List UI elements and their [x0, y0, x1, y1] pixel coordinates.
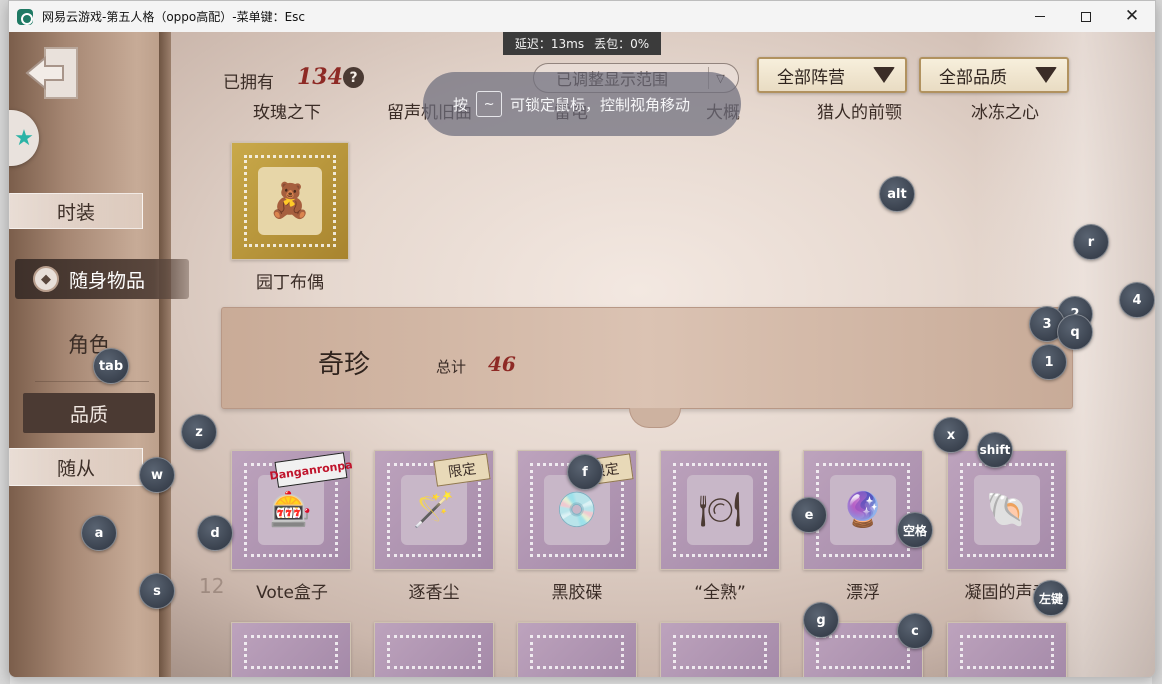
item-stamp[interactable]: 🐚: [947, 450, 1067, 570]
key-overlay-d[interactable]: d: [197, 515, 233, 551]
key-overlay-left-click[interactable]: 左键: [1033, 580, 1069, 616]
quality-dropdown-label: 全部品质: [939, 67, 1007, 88]
emblem-icon: ◆: [33, 266, 59, 292]
prev-row-item-name: 猎人的前颚: [817, 103, 902, 123]
nav-accessories[interactable]: ◆ 随身物品: [15, 259, 189, 299]
item-stamp[interactable]: [660, 622, 780, 677]
section-total: 46: [488, 352, 516, 376]
key-overlay-c[interactable]: c: [897, 613, 933, 649]
key-overlay-f[interactable]: f: [567, 454, 603, 490]
item-stamp[interactable]: [947, 622, 1067, 677]
item-label: “全熟”: [694, 583, 746, 603]
back-icon[interactable]: [23, 44, 83, 102]
key-overlay-a[interactable]: a: [81, 515, 117, 551]
danganronpa-badge: Danganronpa: [269, 452, 353, 488]
window-title: 网易云游戏-第五人格（oppo高配）-菜单键：Esc: [42, 10, 306, 24]
prev-row-item-name: 冰冻之心: [971, 103, 1039, 123]
frozen-sound-icon: 🐚: [974, 475, 1040, 545]
key-overlay-alt[interactable]: alt: [879, 176, 915, 212]
nav-fashion[interactable]: 时装: [9, 193, 143, 229]
key-overlay-w[interactable]: w: [139, 457, 175, 493]
key-overlay-s[interactable]: s: [139, 573, 175, 609]
key-overlay-q[interactable]: q: [1057, 314, 1093, 350]
key-overlay-1[interactable]: 1: [1031, 344, 1067, 380]
limited-badge: 限定: [433, 453, 491, 487]
help-icon[interactable]: ?: [343, 67, 364, 88]
maximize-icon: [1081, 11, 1091, 22]
faint-number: 12: [199, 574, 225, 598]
item-stamp[interactable]: 🍽: [660, 450, 780, 570]
key-overlay-tab[interactable]: tab: [93, 348, 129, 384]
section-banner: 奇珍 总计 46: [221, 307, 1073, 409]
key-overlay-shift[interactable]: shift: [977, 432, 1013, 468]
camp-dropdown[interactable]: 全部阵营: [757, 57, 907, 93]
gardener-doll-icon: 🧸: [258, 167, 322, 235]
app-window: 网易云游戏-第五人格（oppo高配）-菜单键：Esc ✕ ★ 时装 ◆ 随身物品…: [8, 0, 1156, 678]
item-stamp[interactable]: 🎰 Danganronpa: [231, 450, 353, 570]
camp-dropdown-label: 全部阵营: [777, 67, 845, 88]
incense-icon: 🪄: [401, 475, 467, 545]
packet-loss-text: 丢包：0%: [594, 37, 650, 51]
item-stamp[interactable]: 🪄 限定: [374, 450, 494, 570]
item-label: 逐香尘: [408, 583, 460, 603]
title-bar: 网易云游戏-第五人格（oppo高配）-菜单键：Esc ✕: [9, 1, 1155, 32]
nav-quality[interactable]: 品质: [23, 393, 155, 433]
prev-row-item-name: 玫瑰之下: [253, 103, 321, 123]
nav-pet[interactable]: 随从: [9, 448, 143, 486]
chevron-down-icon: [1035, 67, 1057, 83]
chevron-down-icon: [873, 67, 895, 83]
key-overlay-e[interactable]: e: [791, 497, 827, 533]
section-total-label: 总计: [436, 358, 467, 376]
lock-tip-text: 可锁定鼠标，控制视角移动: [510, 95, 691, 114]
key-overlay-g[interactable]: g: [803, 602, 839, 638]
key-overlay-4[interactable]: 4: [1119, 282, 1155, 318]
lock-tip-prefix: 按: [453, 95, 469, 114]
minimize-icon: [1035, 16, 1045, 17]
owned-count: 134: [297, 64, 343, 90]
key-overlay-space[interactable]: 空格: [897, 512, 933, 548]
key-overlay-r[interactable]: r: [1073, 224, 1109, 260]
quality-dropdown[interactable]: 全部品质: [919, 57, 1069, 93]
close-button[interactable]: ✕: [1109, 1, 1155, 32]
item-stamp[interactable]: [374, 622, 494, 677]
minimize-button[interactable]: [1017, 1, 1063, 32]
nav-divider: [35, 381, 149, 382]
maximize-button[interactable]: [1063, 1, 1109, 32]
mouse-lock-tip: 按 ~ 可锁定鼠标，控制视角移动: [423, 72, 741, 136]
owned-label: 已拥有: [223, 73, 274, 93]
item-label: 漂浮: [846, 583, 880, 603]
tilde-key-icon: ~: [476, 91, 503, 117]
nav-accessories-label: 随身物品: [69, 269, 146, 292]
item-stamp[interactable]: [517, 622, 637, 677]
item-label: 黑胶碟: [551, 583, 603, 603]
network-stats: 延迟：13ms 丢包：0%: [503, 32, 661, 55]
game-viewport[interactable]: ★ 时装 ◆ 随身物品 角色 品质 随从 12 已拥有 134 ? 已调整显示范…: [9, 32, 1155, 677]
section-title: 奇珍: [318, 350, 371, 380]
floating-wand-icon: 🔮: [830, 475, 896, 545]
item-label: Vote盒子: [256, 583, 328, 603]
app-logo-icon: [17, 8, 33, 25]
item-stamp[interactable]: 🧸: [231, 142, 349, 260]
latency-text: 延迟：13ms: [514, 37, 585, 51]
item-label: 园丁布偶: [256, 273, 324, 293]
banner-notch: [629, 408, 681, 428]
steak-platter-icon: 🍽: [687, 475, 753, 545]
key-overlay-z[interactable]: z: [181, 414, 217, 450]
key-overlay-x[interactable]: x: [933, 417, 969, 453]
item-stamp[interactable]: [231, 622, 351, 677]
close-icon: ✕: [1124, 6, 1140, 26]
